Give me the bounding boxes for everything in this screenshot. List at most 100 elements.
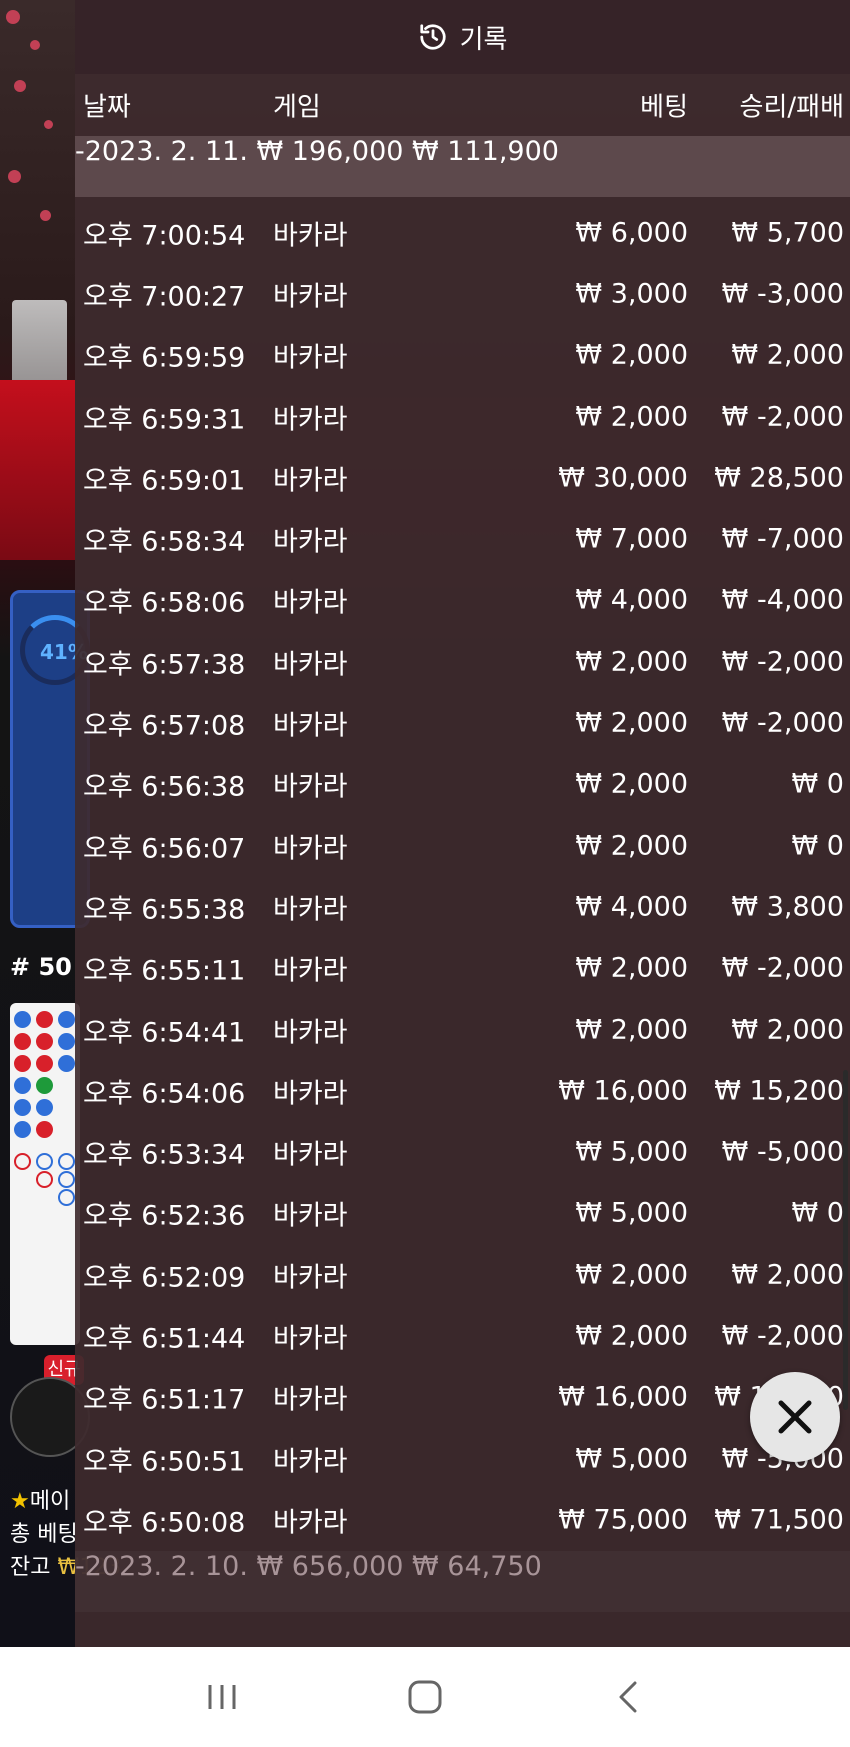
history-row: 오후 6:59:01 바카라 ₩ 30,000 ₩ 28,500 [75, 447, 850, 508]
row-game: 바카라 [273, 1078, 348, 1110]
row-bet: ₩ 7,000 [575, 523, 688, 555]
date-group-row[interactable]: -2023. 2. 10. ₩ 656,000 ₩ 64,750 [75, 1550, 850, 1612]
home-icon [408, 1680, 442, 1714]
close-icon [778, 1400, 812, 1434]
group-date: -2023. 2. 10. [75, 1550, 248, 1582]
row-game: 바카라 [273, 220, 348, 252]
history-row: 오후 6:53:34 바카라 ₩ 5,000 ₩ -5,000 [75, 1121, 850, 1182]
row-game: 바카라 [273, 526, 348, 558]
row-time: 오후 6:54:41 [83, 1017, 246, 1048]
row-time: 오후 6:51:44 [83, 1323, 246, 1355]
row-winloss: ₩ 0 [791, 1197, 844, 1229]
row-winloss: ₩ -2,000 [721, 952, 844, 984]
row-game: 바카라 [273, 587, 348, 619]
row-bet: ₩ 2,000 [575, 768, 688, 800]
system-nav-bar [0, 1647, 850, 1747]
home-button[interactable] [395, 1667, 455, 1727]
row-game: 바카라 [273, 342, 348, 374]
bead-road [10, 1003, 80, 1345]
close-button[interactable] [750, 1372, 840, 1462]
row-bet: ₩ 2,000 [575, 1014, 688, 1045]
history-row: 오후 6:56:38 바카라 ₩ 2,000 ₩ 0 [75, 754, 850, 815]
history-row: 오후 6:59:31 바카라 ₩ 2,000 ₩ -2,000 [75, 386, 850, 447]
row-time: 오후 6:59:31 [83, 404, 246, 436]
row-game: 바카라 [273, 281, 348, 313]
round-number: # 50 [10, 953, 72, 981]
history-row: 오후 6:50:08 바카라 ₩ 75,000 ₩ 71,500 [75, 1489, 850, 1550]
history-row: 오후 7:00:54 바카라 ₩ 6,000 ₩ 5,700 [75, 202, 850, 263]
row-time: 오후 7:00:54 [83, 220, 246, 252]
history-row: 오후 6:55:38 바카라 ₩ 4,000 ₩ 3,800 [75, 876, 850, 937]
row-game: 바카라 [273, 649, 348, 681]
row-bet: ₩ 5,000 [575, 1136, 688, 1168]
row-winloss: ₩ -2,000 [721, 1320, 844, 1352]
row-time: 오후 6:59:59 [83, 342, 246, 374]
row-bet: ₩ 30,000 [558, 462, 688, 494]
row-game: 바카라 [273, 710, 348, 742]
row-game: 바카라 [273, 1507, 348, 1539]
row-time: 오후 6:51:17 [83, 1384, 246, 1416]
row-time: 오후 6:58:06 [83, 587, 246, 619]
row-winloss: ₩ -5,000 [721, 1136, 844, 1168]
row-game: 바카라 [273, 1384, 348, 1416]
column-winloss: 승리/패배 [739, 92, 844, 123]
column-bet: 베팅 [640, 92, 688, 123]
row-bet: ₩ 5,000 [575, 1443, 688, 1475]
balance-label: 잔고 [10, 1555, 51, 1580]
row-winloss: ₩ 0 [791, 768, 844, 800]
history-row: 오후 6:52:09 바카라 ₩ 2,000 ₩ 2,000 [75, 1244, 850, 1305]
row-bet: ₩ 2,000 [575, 646, 688, 678]
row-bet: ₩ 2,000 [575, 339, 688, 371]
row-time: 오후 7:00:27 [83, 281, 246, 313]
history-row: 오후 6:50:51바카라₩ 5,000₩ -5,000 [75, 1428, 850, 1489]
star-icon: ★ [10, 1489, 30, 1514]
row-time: 오후 6:57:08 [83, 710, 246, 742]
scrollbar[interactable] [843, 1070, 848, 1410]
row-winloss: ₩ 28,500 [714, 462, 844, 494]
row-time: 오후 6:52:09 [83, 1262, 246, 1294]
row-bet: ₩ 6,000 [575, 217, 688, 249]
row-time: 오후 6:57:38 [83, 649, 246, 681]
row-game: 바카라 [273, 404, 348, 436]
recents-button[interactable] [192, 1667, 252, 1727]
row-time: 오후 6:50:51 [83, 1446, 246, 1478]
row-winloss: ₩ -2,000 [721, 707, 844, 739]
row-game: 바카라 [273, 955, 348, 987]
row-game: 바카라 [273, 833, 348, 865]
row-bet: ₩ 4,000 [575, 891, 688, 923]
row-winloss: ₩ 2,000 [731, 339, 844, 371]
row-time: 오후 6:55:38 [83, 894, 246, 926]
row-bet: ₩ 2,000 [575, 401, 688, 433]
group-date: -2023. 2. 11. [75, 136, 248, 167]
history-row: 오후 6:59:59 바카라 ₩ 2,000 ₩ 2,000 [75, 325, 850, 386]
back-icon [619, 1681, 637, 1713]
row-winloss: ₩ 0 [791, 830, 844, 862]
row-bet: ₩ 16,000 [558, 1075, 688, 1107]
back-button[interactable] [598, 1667, 658, 1727]
row-winloss: ₩ 2,000 [731, 1259, 844, 1291]
row-bet: ₩ 3,000 [575, 278, 688, 310]
row-game: 바카라 [273, 894, 348, 926]
row-time: 오후 6:56:38 [83, 771, 246, 803]
row-time: 오후 6:53:34 [83, 1139, 246, 1171]
date-group-row[interactable]: -2023. 2. 11. ₩ 196,000 ₩ 111,900 [75, 136, 850, 197]
row-time: 오후 6:59:01 [83, 465, 246, 497]
history-row: 오후 6:58:06 바카라 ₩ 4,000 ₩ -4,000 [75, 570, 850, 631]
group-bet-total: ₩ 196,000 [256, 136, 404, 167]
row-game: 바카라 [273, 1323, 348, 1355]
row-winloss: ₩ 2,000 [731, 1014, 844, 1045]
row-game: 바카라 [273, 1262, 348, 1294]
row-bet: ₩ 4,000 [575, 584, 688, 616]
row-bet: ₩ 2,000 [575, 1259, 688, 1291]
row-time: 오후 6:58:34 [83, 526, 246, 558]
history-row: 오후 6:54:41 바카라 ₩ 2,000 ₩ 2,000 [75, 999, 850, 1060]
announcement-text: 메이 [29, 1489, 71, 1514]
history-icon [419, 24, 446, 50]
row-winloss: ₩ 5,700 [731, 217, 844, 249]
row-winloss: ₩ -7,000 [721, 523, 844, 555]
row-winloss: ₩ -3,000 [721, 278, 844, 310]
row-game: 바카라 [273, 1446, 348, 1478]
group-winloss-total: ₩ 64,750 [412, 1550, 542, 1582]
row-game: 바카라 [273, 465, 348, 497]
row-bet: ₩ 2,000 [575, 1320, 688, 1352]
